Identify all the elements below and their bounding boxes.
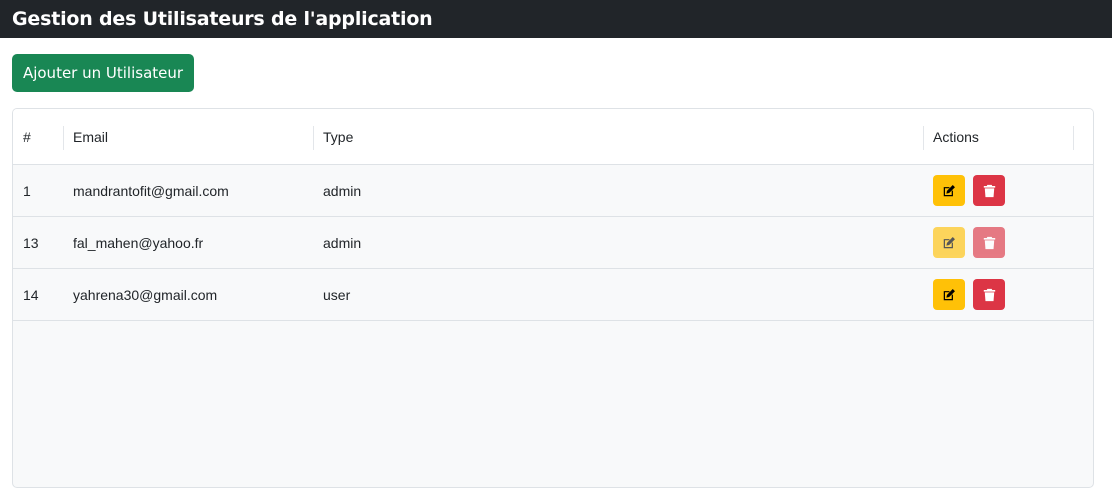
trash-icon	[983, 236, 995, 249]
column-divider	[923, 126, 924, 150]
user-type: user	[323, 286, 351, 303]
column-header-email: Email	[73, 128, 109, 145]
edit-icon	[943, 288, 955, 300]
user-email: yahrena30@gmail.com	[73, 286, 218, 303]
edit-button[interactable]	[933, 279, 965, 310]
row-actions	[933, 217, 1005, 268]
table-row: 13 fal_mahen@yahoo.fr admin	[13, 217, 1093, 269]
edit-icon	[943, 236, 955, 248]
row-actions	[933, 269, 1005, 320]
table-header: # Email Type Actions	[13, 109, 1093, 165]
user-type: admin	[323, 182, 362, 199]
users-table: # Email Type Actions 1 mandrantofit@gmai…	[12, 108, 1094, 488]
user-id: 1	[23, 182, 31, 199]
column-divider	[313, 126, 314, 150]
edit-icon	[943, 184, 955, 196]
user-id: 14	[23, 286, 39, 303]
column-header-id: #	[23, 128, 31, 145]
user-email: mandrantofit@gmail.com	[73, 182, 229, 199]
table-row: 1 mandrantofit@gmail.com admin	[13, 165, 1093, 217]
add-user-button[interactable]: Ajouter un Utilisateur	[12, 54, 194, 92]
page-title: Gestion des Utilisateurs de l'applicatio…	[12, 8, 433, 30]
column-divider	[1073, 126, 1074, 150]
trash-icon	[983, 184, 995, 197]
delete-button[interactable]	[973, 175, 1005, 206]
column-header-type: Type	[323, 128, 354, 145]
trash-icon	[983, 288, 995, 301]
edit-button[interactable]	[933, 175, 965, 206]
column-divider	[63, 126, 64, 150]
delete-button[interactable]	[973, 279, 1005, 310]
user-email: fal_mahen@yahoo.fr	[73, 234, 204, 251]
edit-button[interactable]	[933, 227, 965, 258]
user-id: 13	[23, 234, 39, 251]
user-type: admin	[323, 234, 362, 251]
column-header-actions: Actions	[933, 128, 979, 145]
delete-button[interactable]	[973, 227, 1005, 258]
table-row: 14 yahrena30@gmail.com user	[13, 269, 1093, 321]
row-actions	[933, 165, 1005, 216]
app-header: Gestion des Utilisateurs de l'applicatio…	[0, 0, 1112, 38]
